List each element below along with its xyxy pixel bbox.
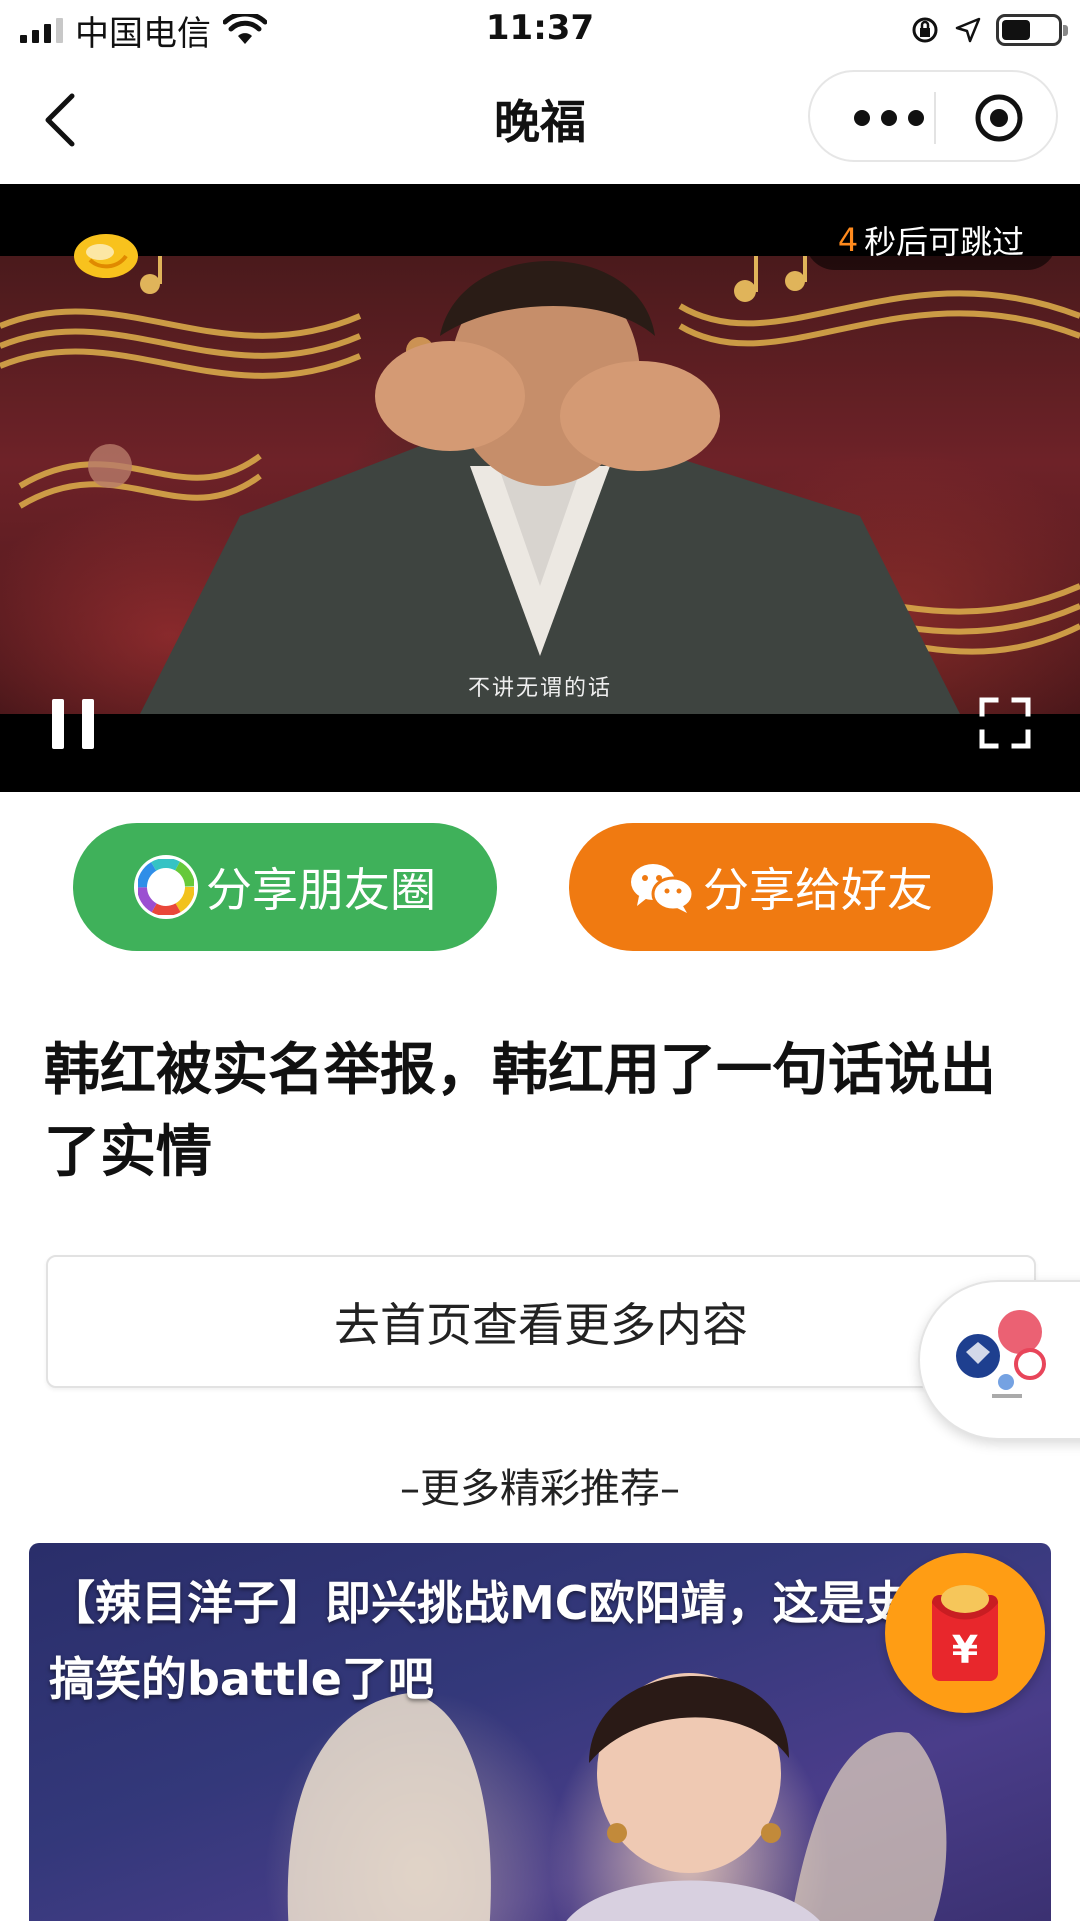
location-arrow-icon [955, 17, 981, 43]
skip-countdown-text: 秒后可跳过 [864, 223, 1025, 261]
video-subtitle: 不讲无谓的话 [467, 676, 612, 701]
battery-icon [996, 14, 1068, 46]
nav-bar: 晚福 [0, 58, 1080, 182]
red-packet-symbol: ¥ [952, 1628, 978, 1672]
wechat-icon [631, 864, 695, 913]
orientation-lock-icon [912, 17, 938, 43]
recommend-section-label: –更多精彩推荐– [400, 1466, 680, 1512]
share-moments-button[interactable]: 分享朋友圈 [73, 823, 497, 951]
skip-countdown-number: 4 [837, 221, 859, 259]
share-friend-label: 分享给好友 [703, 863, 933, 917]
ad-logo-icon [956, 1310, 1046, 1398]
skip-countdown[interactable]: 4 秒后可跳过 [805, 210, 1057, 270]
video-scene [0, 256, 1080, 714]
go-home-button[interactable]: 去首页查看更多内容 [46, 1255, 1036, 1388]
status-bar: 中国电信 11:37 [0, 0, 1080, 58]
floating-ad-bubble[interactable] [918, 1280, 1080, 1440]
capsule-divider [934, 92, 936, 144]
share-moments-label: 分享朋友圈 [206, 863, 436, 917]
status-right [910, 10, 1068, 50]
pause-button[interactable] [52, 699, 96, 749]
fullscreen-button[interactable] [978, 696, 1032, 750]
close-miniprogram-button[interactable] [973, 92, 1025, 144]
moments-icon [134, 855, 198, 919]
red-packet-button[interactable]: ¥ [885, 1553, 1045, 1713]
mango-tv-logo [74, 234, 138, 278]
video-frame [0, 256, 1080, 714]
more-dots-button[interactable] [848, 102, 948, 134]
video-player[interactable]: 4 秒后可跳过 不讲无谓的话 [0, 184, 1080, 792]
recommend-title: 【辣目洋子】即兴挑战MC欧阳靖，这是史上最搞笑的battle了吧 [49, 1576, 1003, 1706]
share-friend-button[interactable]: 分享给好友 [569, 823, 993, 951]
red-envelope-icon: ¥ [932, 1585, 998, 1681]
article-headline: 韩红被实名举报，韩红用了一句话说出了实情 [44, 1038, 996, 1185]
page: 中国电信 11:37 晚福 4 秒后可跳过 不讲无谓的话 分享朋友圈 分享给好友… [0, 0, 1080, 1921]
miniprogram-capsule [808, 70, 1058, 162]
